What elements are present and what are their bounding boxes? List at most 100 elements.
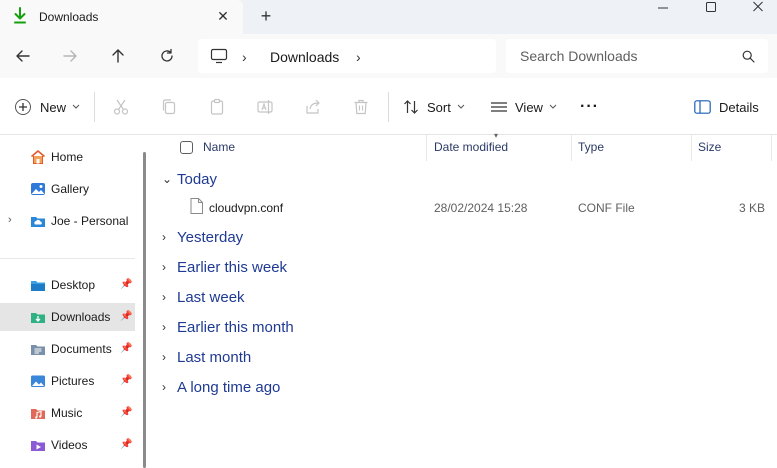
breadcrumb-downloads[interactable]: Downloads (270, 49, 339, 65)
column-header-date-modified[interactable]: Date modified (434, 140, 508, 154)
maximize-icon (706, 2, 716, 12)
forward-button[interactable] (56, 42, 84, 70)
sidebar-item-gallery[interactable]: Gallery (0, 175, 135, 203)
sort-button[interactable]: Sort (403, 94, 465, 120)
refresh-button[interactable] (153, 42, 181, 70)
sidebar-item-joe-personal[interactable]: › Joe - Personal (0, 207, 135, 235)
group-label: A long time ago (177, 378, 281, 396)
close-window-button[interactable] (735, 0, 777, 22)
share-button[interactable] (302, 96, 324, 118)
pin-icon[interactable]: 📌 (120, 375, 132, 386)
refresh-icon (161, 48, 173, 62)
chevron-right-icon: › (162, 350, 166, 364)
view-button[interactable]: View (490, 94, 557, 120)
new-tab-button[interactable]: + (255, 5, 277, 27)
sidebar-item-downloads[interactable]: Downloads 📌 (0, 303, 135, 331)
copy-button[interactable] (158, 96, 180, 118)
pin-icon[interactable]: 📌 (120, 407, 132, 418)
sidebar-item-label: Music (51, 406, 83, 420)
breadcrumb-separator[interactable]: › (242, 49, 247, 65)
paste-button[interactable] (206, 96, 228, 118)
chevron-down-icon (549, 104, 557, 109)
column-divider[interactable] (571, 135, 572, 161)
column-header-type[interactable]: Type (578, 140, 604, 154)
minimize-button[interactable] (640, 0, 686, 22)
group-label: Last week (177, 288, 245, 306)
column-header-size[interactable]: Size (698, 140, 721, 154)
rename-icon (257, 100, 273, 114)
group-header-earlier-this-week[interactable]: › Earlier this week (162, 253, 287, 281)
view-lines-icon (491, 102, 507, 112)
pin-icon[interactable]: 📌 (120, 311, 132, 322)
column-divider[interactable] (426, 135, 427, 161)
music-folder-icon (31, 409, 45, 419)
group-header-today[interactable]: ⌄ Today (162, 165, 217, 193)
group-label: Last month (177, 348, 252, 366)
pin-icon[interactable]: 📌 (120, 279, 132, 290)
close-tab-button[interactable]: ✕ (212, 5, 234, 27)
sidebar-item-label: Joe - Personal (51, 214, 129, 228)
chevron-down-icon: ⌄ (162, 172, 173, 186)
up-button[interactable] (104, 42, 132, 70)
group-header-last-week[interactable]: › Last week (162, 283, 245, 311)
pin-icon[interactable]: 📌 (120, 343, 132, 354)
sidebar-item-pictures[interactable]: Pictures 📌 (0, 367, 135, 395)
sidebar-item-home[interactable]: Home (0, 143, 135, 171)
toolbar-divider (94, 92, 95, 122)
documents-folder-icon (31, 345, 45, 355)
file-list: Name ▾ Date modified Type Size ⌄ Today c… (152, 131, 777, 468)
new-button[interactable]: New (14, 94, 80, 120)
search-icon[interactable] (742, 50, 755, 63)
sort-label: Sort (427, 99, 451, 115)
sidebar-scrollbar[interactable] (143, 152, 146, 468)
breadcrumb-separator[interactable]: › (356, 49, 361, 65)
scissors-icon (113, 99, 129, 115)
pictures-folder-icon (31, 375, 45, 387)
sidebar-item-videos[interactable]: Videos 📌 (0, 431, 135, 459)
group-header-last-month[interactable]: › Last month (162, 343, 251, 371)
group-label: Earlier this month (177, 318, 294, 336)
sidebar-item-desktop[interactable]: Desktop 📌 (0, 271, 135, 299)
chevron-down-icon (72, 104, 80, 109)
column-header-name[interactable]: Name (203, 140, 235, 154)
group-label: Yesterday (177, 228, 244, 246)
onedrive-folder-icon (31, 217, 45, 227)
rename-button[interactable] (254, 96, 276, 118)
search-input[interactable] (506, 39, 736, 73)
column-divider[interactable] (771, 135, 772, 161)
sidebar-item-music[interactable]: Music 📌 (0, 399, 135, 427)
pin-icon[interactable]: 📌 (120, 439, 132, 450)
this-pc-icon (210, 48, 228, 64)
maximize-button[interactable] (688, 0, 734, 22)
column-divider[interactable] (691, 135, 692, 161)
tab-title: Downloads (39, 10, 99, 24)
navigation-pane: Home Gallery › Joe - Personal Desktop 📌 … (0, 135, 152, 468)
details-label: Details (719, 99, 759, 115)
sidebar-item-documents[interactable]: Documents 📌 (0, 335, 135, 363)
group-label: Today (177, 170, 218, 188)
select-all-checkbox[interactable] (180, 141, 193, 154)
arrow-up-icon (112, 49, 124, 63)
sidebar-item-label: Documents (51, 342, 112, 356)
minimize-icon (658, 7, 668, 9)
group-header-earlier-this-month[interactable]: › Earlier this month (162, 313, 294, 341)
delete-button[interactable] (350, 96, 372, 118)
table-row[interactable]: cloudvpn.conf 28/02/2024 15:28 CONF File… (152, 193, 777, 221)
chevron-right-icon: › (162, 320, 166, 334)
address-bar[interactable]: › Downloads › (198, 39, 496, 73)
sidebar-item-label: Gallery (51, 182, 90, 196)
close-icon (753, 1, 763, 12)
cut-button[interactable] (110, 96, 132, 118)
group-header-a-long-time-ago[interactable]: › A long time ago (162, 373, 280, 401)
download-icon (14, 7, 26, 24)
desktop-folder-icon (31, 281, 45, 291)
chevron-right-icon: › (162, 380, 166, 394)
sidebar-item-label: Home (51, 150, 84, 164)
back-button[interactable] (9, 42, 37, 70)
group-header-yesterday[interactable]: › Yesterday (162, 223, 243, 251)
details-pane-button[interactable]: Details (694, 94, 759, 120)
more-options-button[interactable]: ··· (580, 94, 599, 120)
toolbar-divider (388, 92, 389, 122)
chevron-right-icon[interactable]: › (8, 214, 12, 226)
tab-downloads[interactable]: Downloads ✕ (0, 0, 243, 34)
